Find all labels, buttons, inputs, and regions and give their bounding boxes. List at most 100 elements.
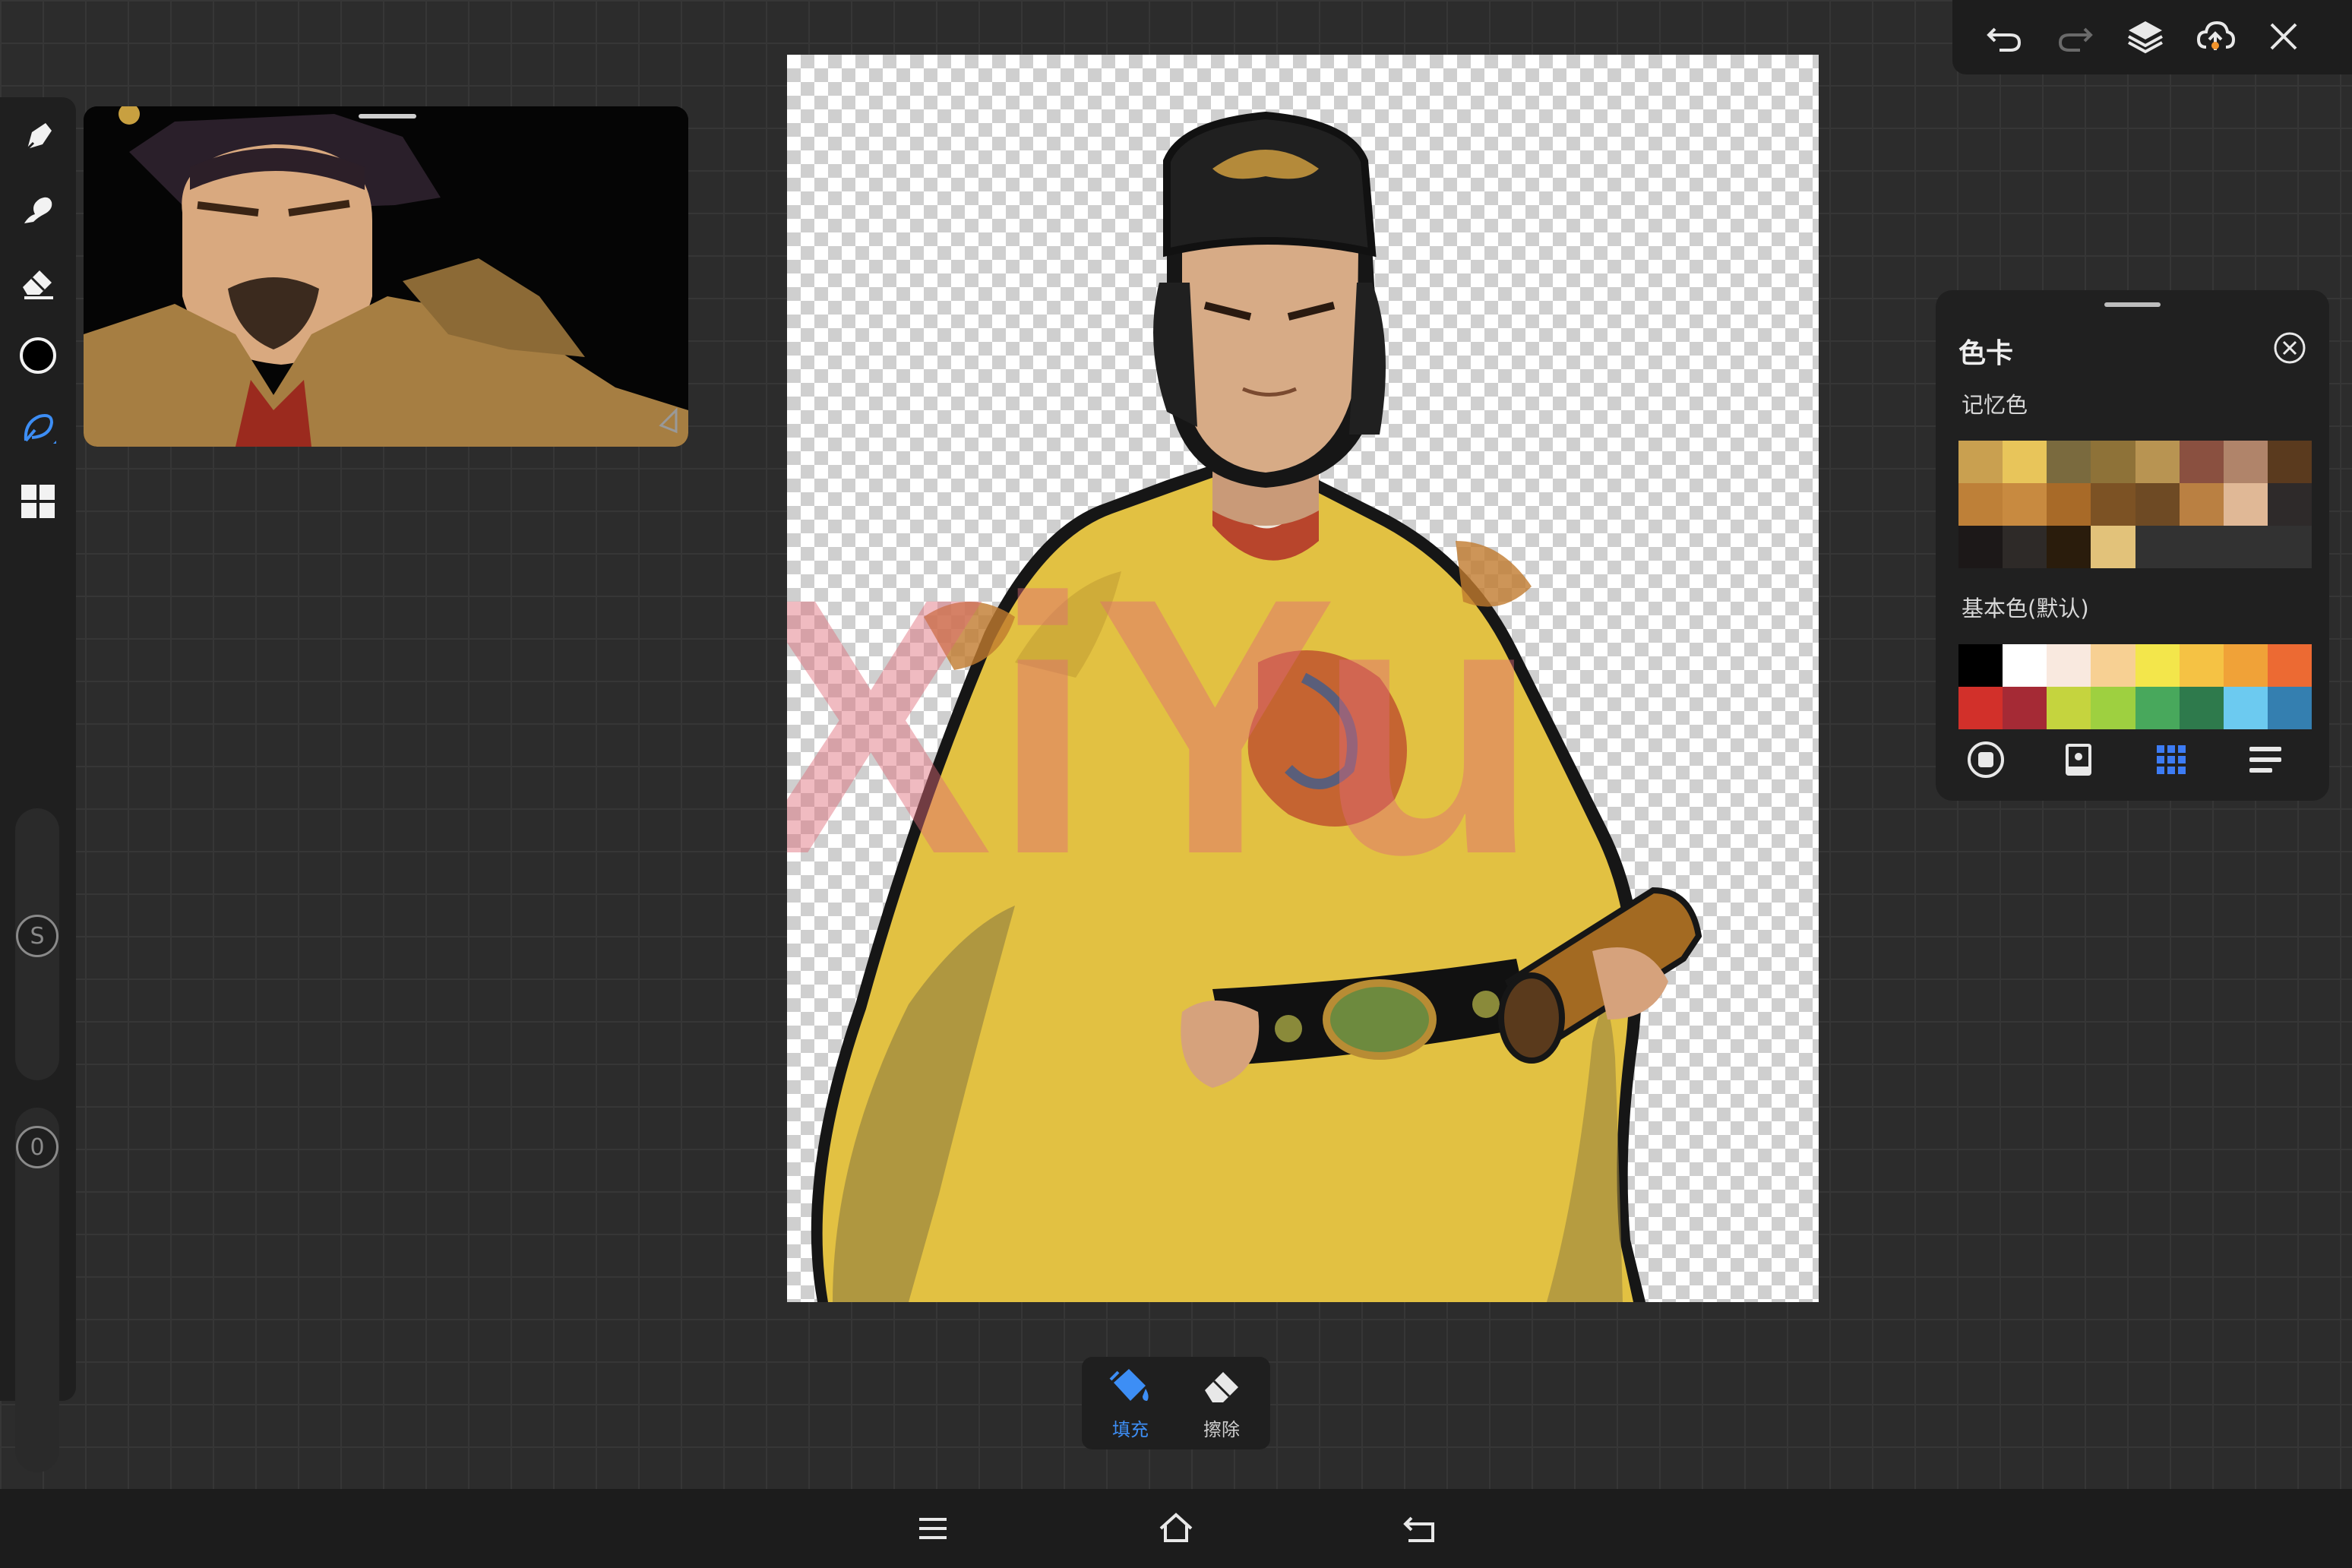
color-picker-button[interactable] xyxy=(14,331,62,380)
color-swatch[interactable] xyxy=(2047,483,2091,526)
color-swatch[interactable] xyxy=(2179,441,2224,483)
color-swatch[interactable] xyxy=(2135,526,2180,568)
lasso-fill-tool-button[interactable] xyxy=(14,404,62,453)
erase-button[interactable]: 擦除 xyxy=(1179,1363,1264,1443)
color-swatch[interactable] xyxy=(2223,687,2268,729)
redo-icon xyxy=(2058,27,2093,52)
color-swatch[interactable] xyxy=(1958,644,2003,687)
color-swatch[interactable] xyxy=(2003,687,2047,729)
color-swatch[interactable] xyxy=(1958,687,2003,729)
home-icon xyxy=(1159,1513,1193,1542)
color-swatch[interactable] xyxy=(2135,687,2180,729)
color-swatch[interactable] xyxy=(1958,483,2003,526)
color-swatch[interactable] xyxy=(2047,441,2091,483)
smudge-tool-button[interactable] xyxy=(14,185,62,234)
system-nav-bar xyxy=(0,1489,2352,1568)
left-toolbar: S 0 xyxy=(0,97,76,1472)
color-swatch[interactable] xyxy=(2267,441,2312,483)
reference-drag-handle[interactable] xyxy=(359,114,416,119)
color-swatch[interactable] xyxy=(2223,526,2268,568)
undo-button[interactable] xyxy=(1980,12,2028,61)
cloud-upload-icon xyxy=(2196,21,2235,50)
basic-colors-label: 基本色(默认) xyxy=(1962,596,2089,621)
redo-button[interactable] xyxy=(2051,12,2100,61)
reference-portrait-image xyxy=(84,106,688,447)
brush-size-knob[interactable]: S xyxy=(16,915,58,957)
color-swatch[interactable] xyxy=(2135,483,2180,526)
panel-close-button[interactable] xyxy=(2271,330,2308,366)
panel-drag-handle[interactable] xyxy=(2104,302,2161,307)
brush-tool-button[interactable] xyxy=(14,112,62,161)
color-swatch[interactable] xyxy=(2179,483,2224,526)
color-swatch[interactable] xyxy=(1958,526,2003,568)
eraser-tool-button[interactable] xyxy=(14,258,62,307)
color-swatch[interactable] xyxy=(2135,441,2180,483)
panel-title: 色卡 xyxy=(1958,338,2014,369)
color-card-panel: 色卡 记忆色 基本色(默认) xyxy=(1936,290,2329,801)
color-swatch[interactable] xyxy=(2267,526,2312,568)
reference-image-window[interactable] xyxy=(84,106,688,447)
brush-icon xyxy=(26,123,52,150)
color-swatch[interactable] xyxy=(2223,441,2268,483)
drawing-canvas[interactable]: XiYu xyxy=(749,55,1819,1302)
brush-size-slider[interactable]: S xyxy=(15,808,59,1080)
color-swatch[interactable] xyxy=(2091,483,2135,526)
color-swatch[interactable] xyxy=(2091,441,2135,483)
list-icon xyxy=(2249,747,2281,773)
back-icon xyxy=(1403,1516,1434,1542)
menu-button[interactable] xyxy=(910,1506,956,1551)
character-artwork: XiYu xyxy=(749,111,1702,1302)
erase-label: 擦除 xyxy=(1203,1419,1240,1440)
brush-opacity-slider[interactable]: 0 xyxy=(15,1108,59,1472)
color-swatch[interactable] xyxy=(2267,483,2312,526)
grid-dots-icon xyxy=(2157,745,2186,774)
palette-card-button[interactable] xyxy=(2056,737,2101,782)
lasso-fill-icon xyxy=(24,414,56,444)
gallery-button[interactable] xyxy=(14,477,62,526)
color-swatch[interactable] xyxy=(2179,644,2224,687)
close-circle-icon xyxy=(2274,332,2306,364)
menu-icon xyxy=(919,1518,947,1539)
color-swatch[interactable] xyxy=(2179,526,2224,568)
color-swatch[interactable] xyxy=(2179,687,2224,729)
undo-icon xyxy=(1987,27,2022,52)
color-swatch[interactable] xyxy=(2267,644,2312,687)
brush-opacity-knob[interactable]: 0 xyxy=(16,1126,58,1168)
paint-bucket-icon xyxy=(1109,1369,1149,1401)
color-swatch[interactable] xyxy=(2003,644,2047,687)
color-circle-icon xyxy=(20,337,56,374)
record-button[interactable] xyxy=(1963,737,2009,782)
color-swatch[interactable] xyxy=(2047,687,2091,729)
home-button[interactable] xyxy=(1153,1506,1199,1551)
eraser-icon xyxy=(1205,1372,1238,1402)
color-swatch[interactable] xyxy=(2223,483,2268,526)
color-swatch[interactable] xyxy=(2047,526,2091,568)
top-action-bar xyxy=(1952,0,2352,74)
brush-opacity-label: 0 xyxy=(30,1133,45,1161)
back-button[interactable] xyxy=(1396,1506,1442,1551)
fill-button[interactable]: 填充 xyxy=(1088,1363,1173,1443)
layers-button[interactable] xyxy=(2121,12,2170,61)
color-swatch[interactable] xyxy=(2091,644,2135,687)
grid-view-button[interactable] xyxy=(2148,737,2194,782)
memory-colors-label: 记忆色 xyxy=(1962,392,2028,418)
cloud-upload-button[interactable] xyxy=(2191,12,2240,61)
stop-circle-icon xyxy=(1968,741,2004,778)
basic-color-grid xyxy=(1958,644,2312,729)
color-swatch[interactable] xyxy=(2135,644,2180,687)
smudge-icon xyxy=(24,197,52,223)
color-swatch[interactable] xyxy=(2003,441,2047,483)
color-swatch[interactable] xyxy=(2003,483,2047,526)
watermark-text: XiYu xyxy=(787,522,1539,930)
color-swatch[interactable] xyxy=(2047,644,2091,687)
color-swatch[interactable] xyxy=(1958,441,2003,483)
list-view-button[interactable] xyxy=(2243,737,2288,782)
close-button[interactable] xyxy=(2259,12,2308,61)
memory-color-grid xyxy=(1958,441,2312,568)
color-swatch[interactable] xyxy=(2003,526,2047,568)
fill-label: 填充 xyxy=(1112,1419,1149,1440)
color-swatch[interactable] xyxy=(2223,644,2268,687)
color-swatch[interactable] xyxy=(2091,687,2135,729)
color-swatch[interactable] xyxy=(2091,526,2135,568)
color-swatch[interactable] xyxy=(2267,687,2312,729)
